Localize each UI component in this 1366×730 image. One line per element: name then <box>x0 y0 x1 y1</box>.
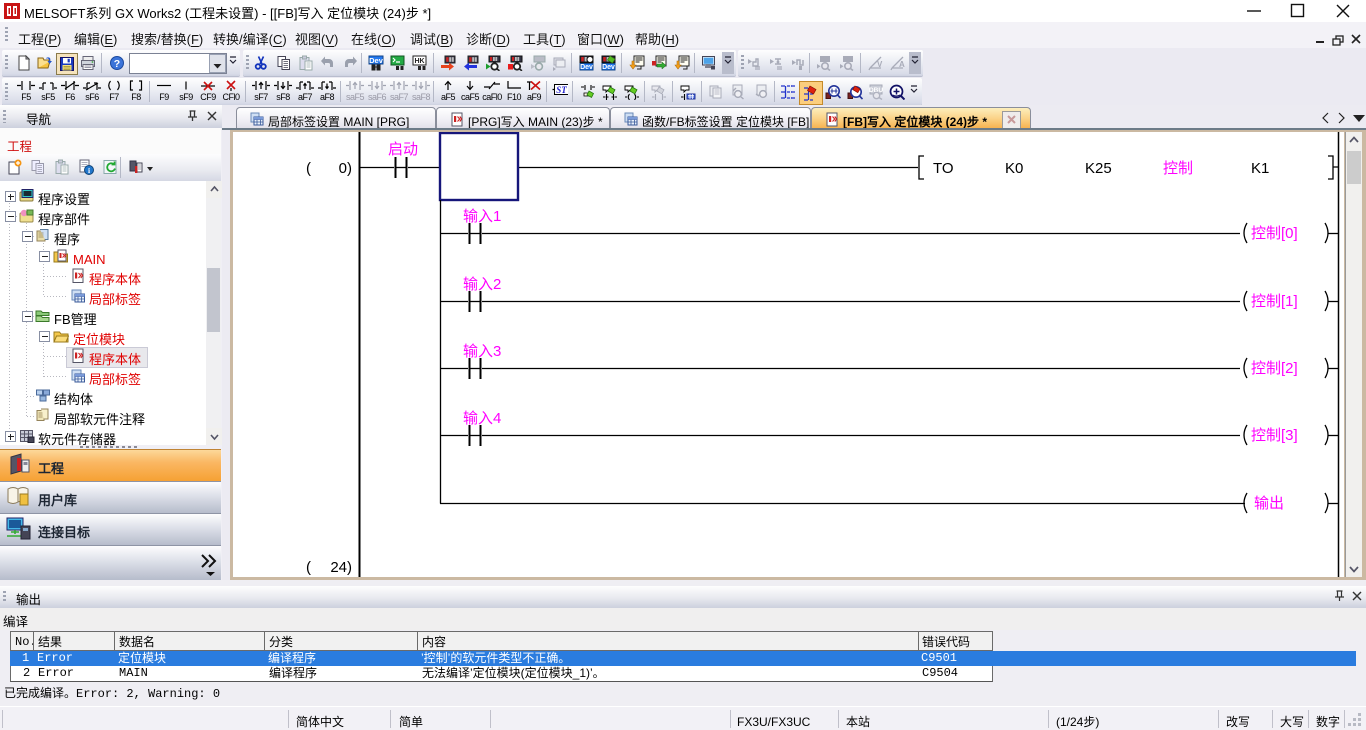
svg-text:24): 24) <box>330 556 352 577</box>
svg-text:控制[0]: 控制[0] <box>1251 222 1298 243</box>
svg-text:A: A <box>899 60 905 69</box>
svg-text:i: i <box>88 166 90 175</box>
svg-text:控制[3]: 控制[3] <box>1251 424 1298 445</box>
svg-text:输入4: 输入4 <box>463 407 501 428</box>
svg-text:启动: 启动 <box>388 138 418 159</box>
svg-text:V: V <box>877 60 883 69</box>
svg-text:0): 0) <box>339 157 352 178</box>
svg-text:输入3: 输入3 <box>463 340 501 361</box>
svg-text:控制[2]: 控制[2] <box>1251 357 1298 378</box>
svg-text:Dev: Dev <box>369 56 384 65</box>
svg-text:?: ? <box>114 58 120 70</box>
svg-text:(: ( <box>306 556 311 577</box>
svg-text:(: ( <box>306 157 311 178</box>
svg-text:输入1: 输入1 <box>463 205 501 226</box>
svg-text:K1: K1 <box>1251 157 1269 178</box>
svg-text:输入2: 输入2 <box>463 273 501 294</box>
svg-text:控制[1]: 控制[1] <box>1251 290 1298 311</box>
svg-text:ST: ST <box>556 85 567 95</box>
svg-text:控制: 控制 <box>1163 157 1193 178</box>
svg-text:HK: HK <box>414 58 424 65</box>
svg-text:输出: 输出 <box>1254 492 1284 513</box>
svg-text:TO: TO <box>933 157 954 178</box>
svg-text:K25: K25 <box>1085 157 1112 178</box>
svg-text:K0: K0 <box>1005 157 1023 178</box>
svg-text:Dev: Dev <box>580 64 593 71</box>
svg-text:Dev: Dev <box>602 64 615 71</box>
